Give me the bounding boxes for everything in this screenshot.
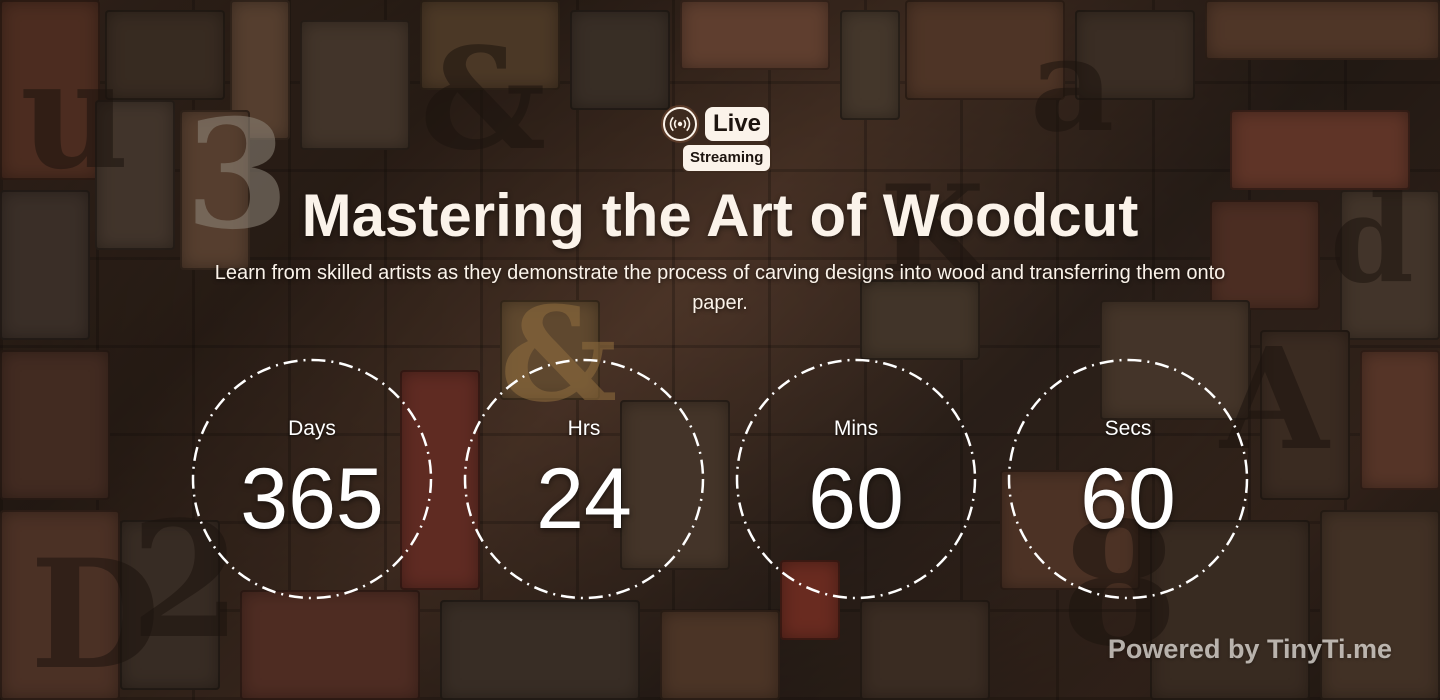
days-value: 365 bbox=[240, 451, 384, 547]
countdown-seconds: Secs 60 bbox=[1006, 357, 1250, 601]
broadcast-icon bbox=[661, 105, 699, 143]
days-label: Days bbox=[288, 417, 336, 440]
countdown-days: Days 365 bbox=[190, 357, 434, 601]
countdown-hours: Hrs 24 bbox=[462, 357, 706, 601]
seconds-value: 60 bbox=[1080, 451, 1176, 547]
powered-by-link[interactable]: Powered by TinyTi.me bbox=[1108, 634, 1392, 665]
seconds-label: Secs bbox=[1104, 417, 1152, 440]
event-title: Mastering the Art of Woodcut bbox=[301, 182, 1139, 249]
hours-value: 24 bbox=[536, 451, 632, 547]
minutes-value: 60 bbox=[808, 451, 904, 547]
live-streaming-badge: Live Streaming bbox=[661, 105, 779, 171]
countdown-minutes: Mins 60 bbox=[734, 357, 978, 601]
streaming-label: Streaming bbox=[683, 145, 771, 171]
live-label: Live bbox=[705, 107, 770, 141]
event-description: Learn from skilled artists as they demon… bbox=[214, 262, 1226, 314]
countdown-timer: Days 365 Hrs 24 Mins 60 Secs 60 bbox=[190, 357, 1250, 601]
minutes-label: Mins bbox=[833, 417, 879, 440]
hours-label: Hrs bbox=[567, 417, 601, 440]
